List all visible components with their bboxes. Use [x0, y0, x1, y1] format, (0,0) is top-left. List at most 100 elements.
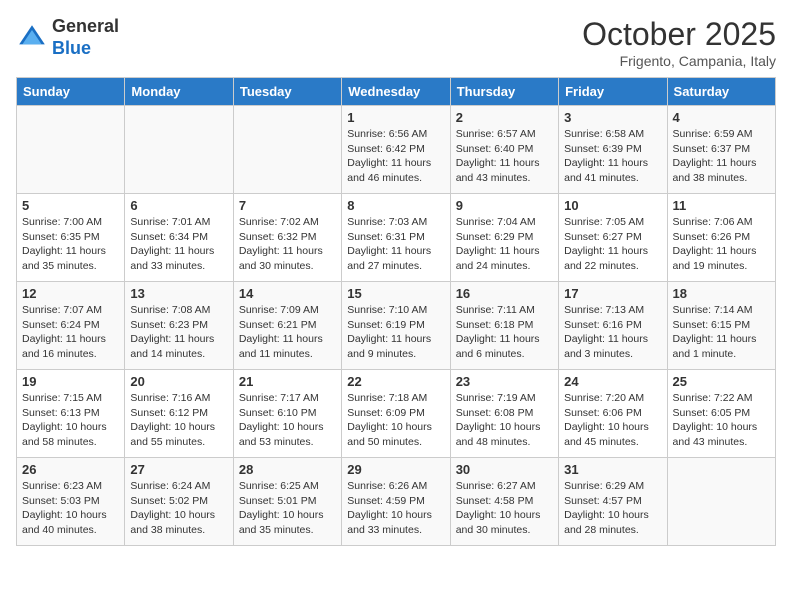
- day-number: 17: [564, 286, 661, 301]
- day-info: Sunrise: 6:58 AM Sunset: 6:39 PM Dayligh…: [564, 127, 661, 186]
- day-cell: 8 Sunrise: 7:03 AM Sunset: 6:31 PM Daylig…: [342, 194, 450, 282]
- day-info: Sunrise: 6:23 AM Sunset: 5:03 PM Dayligh…: [22, 479, 119, 538]
- day-info: Sunrise: 7:04 AM Sunset: 6:29 PM Dayligh…: [456, 215, 553, 274]
- header-row: SundayMondayTuesdayWednesdayThursdayFrid…: [17, 78, 776, 106]
- col-header-friday: Friday: [559, 78, 667, 106]
- page-header: General Blue October 2025 Frigento, Camp…: [16, 16, 776, 69]
- week-row-1: 1Sunrise: 6:56 AM Sunset: 6:42 PM Daylig…: [17, 106, 776, 194]
- day-info: Sunrise: 7:13 AM Sunset: 6:16 PM Dayligh…: [564, 303, 661, 362]
- day-cell: 21 Sunrise: 7:17 AM Sunset: 6:10 PM Dayli…: [233, 370, 341, 458]
- day-cell: 10Sunrise: 7:05 AM Sunset: 6:27 PM Dayli…: [559, 194, 667, 282]
- day-number: 12: [22, 286, 119, 301]
- day-cell: 13 Sunrise: 7:08 AM Sunset: 6:23 PM Dayli…: [125, 282, 233, 370]
- day-info: Sunrise: 6:27 AM Sunset: 4:58 PM Dayligh…: [456, 479, 553, 538]
- day-cell: 18Sunrise: 7:14 AM Sunset: 6:15 PM Dayli…: [667, 282, 775, 370]
- logo-blue: Blue: [52, 38, 91, 58]
- day-number: 29: [347, 462, 444, 477]
- day-info: Sunrise: 7:02 AM Sunset: 6:32 PM Dayligh…: [239, 215, 336, 274]
- day-cell: 3 Sunrise: 6:58 AM Sunset: 6:39 PM Daylig…: [559, 106, 667, 194]
- day-number: 15: [347, 286, 444, 301]
- day-cell: 16 Sunrise: 7:11 AM Sunset: 6:18 PM Dayli…: [450, 282, 558, 370]
- day-cell: 24Sunrise: 7:20 AM Sunset: 6:06 PM Dayli…: [559, 370, 667, 458]
- logo-icon: [16, 22, 48, 54]
- day-info: Sunrise: 7:11 AM Sunset: 6:18 PM Dayligh…: [456, 303, 553, 362]
- day-number: 2: [456, 110, 553, 125]
- location-subtitle: Frigento, Campania, Italy: [582, 53, 776, 69]
- day-number: 19: [22, 374, 119, 389]
- day-info: Sunrise: 7:03 AM Sunset: 6:31 PM Dayligh…: [347, 215, 444, 274]
- day-number: 9: [456, 198, 553, 213]
- day-cell: [667, 458, 775, 546]
- day-number: 13: [130, 286, 227, 301]
- day-cell: 20 Sunrise: 7:16 AM Sunset: 6:12 PM Dayli…: [125, 370, 233, 458]
- day-info: Sunrise: 7:19 AM Sunset: 6:08 PM Dayligh…: [456, 391, 553, 450]
- logo: General Blue: [16, 16, 119, 59]
- day-number: 21: [239, 374, 336, 389]
- day-info: Sunrise: 7:01 AM Sunset: 6:34 PM Dayligh…: [130, 215, 227, 274]
- logo-general: General: [52, 16, 119, 36]
- week-row-3: 12 Sunrise: 7:07 AM Sunset: 6:24 PM Dayli…: [17, 282, 776, 370]
- day-info: Sunrise: 6:26 AM Sunset: 4:59 PM Dayligh…: [347, 479, 444, 538]
- day-info: Sunrise: 7:15 AM Sunset: 6:13 PM Dayligh…: [22, 391, 119, 450]
- day-number: 31: [564, 462, 661, 477]
- day-number: 22: [347, 374, 444, 389]
- col-header-monday: Monday: [125, 78, 233, 106]
- day-cell: 15 Sunrise: 7:10 AM Sunset: 6:19 PM Dayli…: [342, 282, 450, 370]
- week-row-2: 5 Sunrise: 7:00 AM Sunset: 6:35 PM Daylig…: [17, 194, 776, 282]
- day-info: Sunrise: 7:05 AM Sunset: 6:27 PM Dayligh…: [564, 215, 661, 274]
- day-cell: 14Sunrise: 7:09 AM Sunset: 6:21 PM Dayli…: [233, 282, 341, 370]
- day-info: Sunrise: 6:25 AM Sunset: 5:01 PM Dayligh…: [239, 479, 336, 538]
- day-number: 25: [673, 374, 770, 389]
- day-cell: 19 Sunrise: 7:15 AM Sunset: 6:13 PM Dayli…: [17, 370, 125, 458]
- day-cell: 1Sunrise: 6:56 AM Sunset: 6:42 PM Daylig…: [342, 106, 450, 194]
- day-number: 20: [130, 374, 227, 389]
- day-number: 6: [130, 198, 227, 213]
- day-number: 14: [239, 286, 336, 301]
- day-info: Sunrise: 7:16 AM Sunset: 6:12 PM Dayligh…: [130, 391, 227, 450]
- day-cell: 22 Sunrise: 7:18 AM Sunset: 6:09 PM Dayli…: [342, 370, 450, 458]
- day-number: 30: [456, 462, 553, 477]
- day-number: 5: [22, 198, 119, 213]
- week-row-4: 19 Sunrise: 7:15 AM Sunset: 6:13 PM Dayli…: [17, 370, 776, 458]
- day-info: Sunrise: 7:10 AM Sunset: 6:19 PM Dayligh…: [347, 303, 444, 362]
- week-row-5: 26Sunrise: 6:23 AM Sunset: 5:03 PM Dayli…: [17, 458, 776, 546]
- day-info: Sunrise: 6:59 AM Sunset: 6:37 PM Dayligh…: [673, 127, 770, 186]
- day-info: Sunrise: 7:00 AM Sunset: 6:35 PM Dayligh…: [22, 215, 119, 274]
- day-cell: 2Sunrise: 6:57 AM Sunset: 6:40 PM Daylig…: [450, 106, 558, 194]
- col-header-sunday: Sunday: [17, 78, 125, 106]
- col-header-saturday: Saturday: [667, 78, 775, 106]
- day-cell: 30 Sunrise: 6:27 AM Sunset: 4:58 PM Dayli…: [450, 458, 558, 546]
- col-header-wednesday: Wednesday: [342, 78, 450, 106]
- day-number: 16: [456, 286, 553, 301]
- day-cell: 9 Sunrise: 7:04 AM Sunset: 6:29 PM Daylig…: [450, 194, 558, 282]
- day-cell: 31 Sunrise: 6:29 AM Sunset: 4:57 PM Dayli…: [559, 458, 667, 546]
- day-info: Sunrise: 7:07 AM Sunset: 6:24 PM Dayligh…: [22, 303, 119, 362]
- day-number: 11: [673, 198, 770, 213]
- title-block: October 2025 Frigento, Campania, Italy: [582, 16, 776, 69]
- col-header-tuesday: Tuesday: [233, 78, 341, 106]
- day-info: Sunrise: 7:08 AM Sunset: 6:23 PM Dayligh…: [130, 303, 227, 362]
- day-number: 23: [456, 374, 553, 389]
- day-info: Sunrise: 7:18 AM Sunset: 6:09 PM Dayligh…: [347, 391, 444, 450]
- day-cell: 26Sunrise: 6:23 AM Sunset: 5:03 PM Dayli…: [17, 458, 125, 546]
- logo-text: General Blue: [52, 16, 119, 59]
- day-cell: 11 Sunrise: 7:06 AM Sunset: 6:26 PM Dayli…: [667, 194, 775, 282]
- day-cell: [17, 106, 125, 194]
- day-number: 8: [347, 198, 444, 213]
- day-info: Sunrise: 7:06 AM Sunset: 6:26 PM Dayligh…: [673, 215, 770, 274]
- day-info: Sunrise: 6:29 AM Sunset: 4:57 PM Dayligh…: [564, 479, 661, 538]
- day-info: Sunrise: 7:22 AM Sunset: 6:05 PM Dayligh…: [673, 391, 770, 450]
- day-cell: [233, 106, 341, 194]
- day-cell: 29 Sunrise: 6:26 AM Sunset: 4:59 PM Dayli…: [342, 458, 450, 546]
- day-cell: 28 Sunrise: 6:25 AM Sunset: 5:01 PM Dayli…: [233, 458, 341, 546]
- day-cell: 17 Sunrise: 7:13 AM Sunset: 6:16 PM Dayli…: [559, 282, 667, 370]
- day-cell: 23 Sunrise: 7:19 AM Sunset: 6:08 PM Dayli…: [450, 370, 558, 458]
- day-number: 28: [239, 462, 336, 477]
- day-number: 24: [564, 374, 661, 389]
- day-number: 3: [564, 110, 661, 125]
- calendar-table: SundayMondayTuesdayWednesdayThursdayFrid…: [16, 77, 776, 546]
- day-cell: 6 Sunrise: 7:01 AM Sunset: 6:34 PM Daylig…: [125, 194, 233, 282]
- day-cell: 7Sunrise: 7:02 AM Sunset: 6:32 PM Daylig…: [233, 194, 341, 282]
- day-info: Sunrise: 7:17 AM Sunset: 6:10 PM Dayligh…: [239, 391, 336, 450]
- day-number: 1: [347, 110, 444, 125]
